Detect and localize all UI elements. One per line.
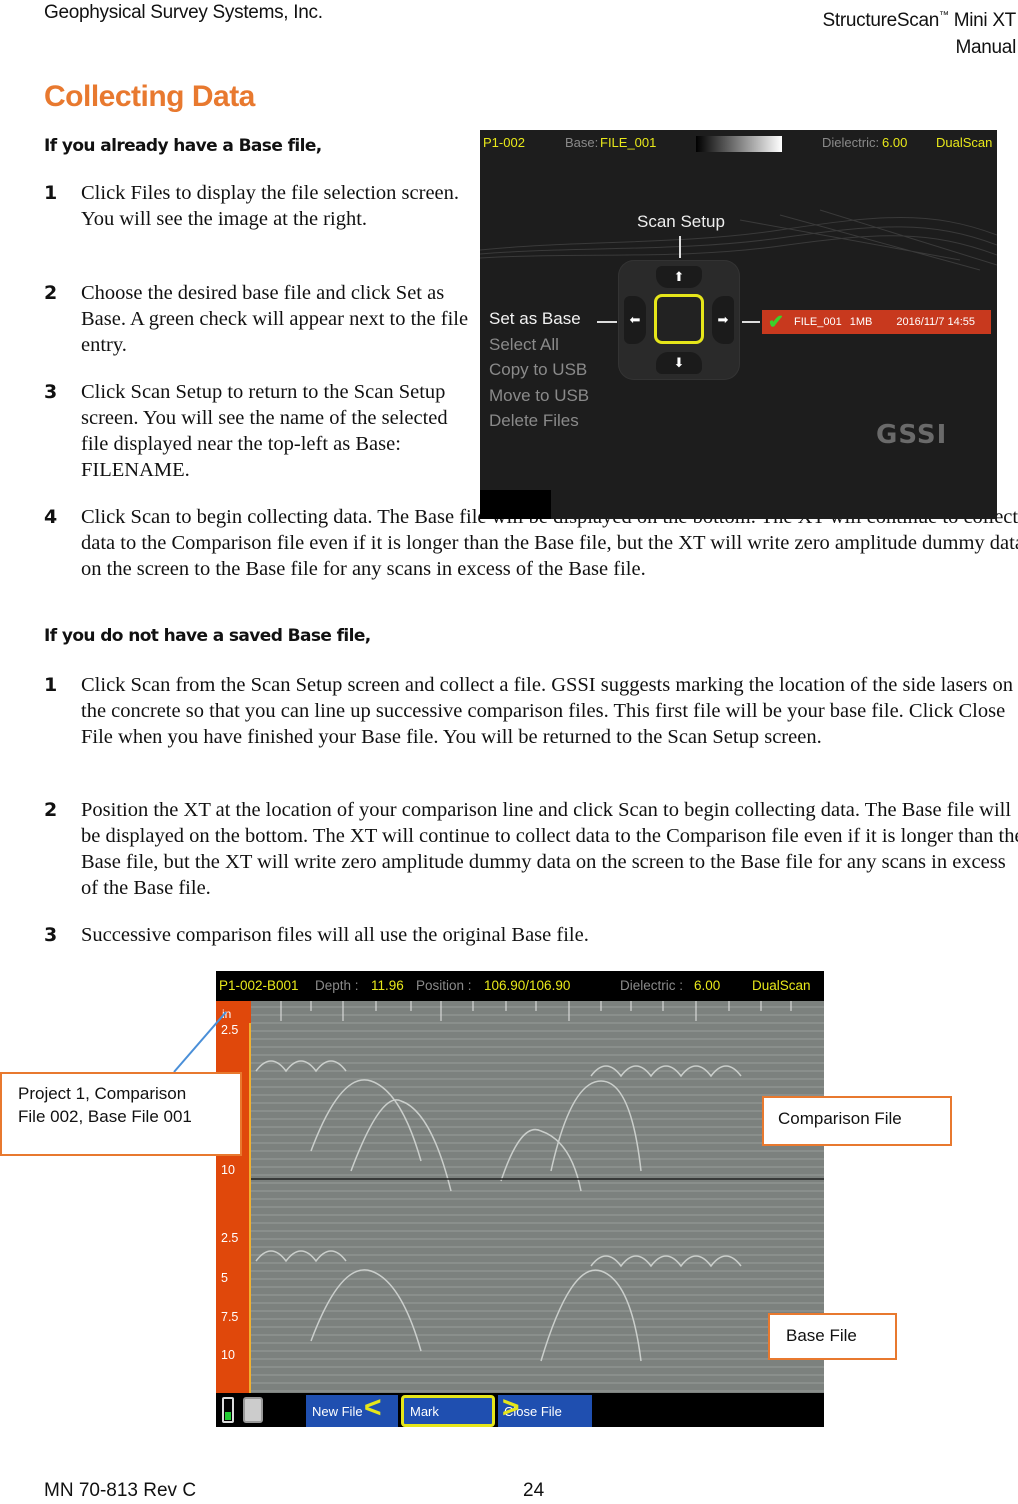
- step-text: Click Scan Setup to return to the Scan S…: [81, 381, 448, 481]
- section-heading-have-base: If you already have a Base file,: [44, 136, 322, 156]
- step-number: 4: [44, 506, 58, 528]
- arrow-left-annotation-icon: <: [364, 1391, 382, 1424]
- depth-tick: 2.5: [221, 1231, 239, 1245]
- dpad-control[interactable]: ⬆ ⬅ ➡ ⬇: [618, 260, 740, 380]
- files-status-bar: P1-002 Base: FILE_001 Dielectric: 6.00 D…: [480, 130, 997, 156]
- black-patch: [480, 490, 551, 519]
- footer-page-number: 24: [523, 1480, 545, 1501]
- step-text: Successive comparison files will all use…: [81, 924, 589, 946]
- arrow-right-icon[interactable]: ➡: [712, 296, 734, 344]
- product-suffix: Mini XT: [948, 10, 1017, 31]
- radar-scan-view: [251, 1001, 824, 1393]
- product-name: StructureScan: [822, 10, 940, 31]
- dielectric-label: Dielectric :: [620, 978, 684, 993]
- depth-tick: 10: [221, 1163, 235, 1177]
- check-icon: ✔: [768, 311, 784, 333]
- depth-tick: 10: [221, 1348, 235, 1362]
- step-text: Position the XT at the location of your …: [81, 799, 1018, 899]
- file-id: P1-002-B001: [219, 978, 299, 993]
- gssi-logo: GSSI: [876, 420, 948, 450]
- menu-item-move-to-usb[interactable]: Move to USB: [489, 383, 589, 409]
- new-file-label: New File: [312, 1403, 363, 1419]
- menu-item-delete-files[interactable]: Delete Files: [489, 408, 589, 434]
- position-value: 106.90/106.90: [484, 978, 571, 993]
- depth-tick: 5: [221, 1271, 228, 1285]
- depth-tick: 7.5: [221, 1310, 239, 1324]
- menu-item-set-as-base[interactable]: Set as Base: [489, 306, 589, 332]
- dielectric-value: 6.00: [694, 978, 721, 993]
- arrow-right-annotation-icon: >: [502, 1391, 520, 1424]
- callout-line: File 002, Base File 001: [18, 1107, 192, 1126]
- file-name: FILE_001: [794, 316, 842, 328]
- scan-mode: DualScan: [936, 135, 993, 150]
- step-number: 1: [44, 674, 58, 696]
- step-2: 2 Choose the desired base file and click…: [44, 280, 469, 358]
- header-product: StructureScan™ Mini XT Manual: [822, 2, 1017, 61]
- new-file-button[interactable]: New File: [306, 1395, 398, 1427]
- connector-line: [679, 236, 681, 258]
- step-3: 3 Successive comparison files will all u…: [44, 922, 1018, 948]
- depth-label: Depth :: [315, 978, 359, 993]
- step-1: 1 Click Scan from the Scan Setup screen …: [44, 672, 1018, 750]
- step-number: 2: [44, 282, 58, 304]
- file-list-item[interactable]: ✔ FILE_001 1MB 2016/11/7 14:55: [762, 310, 991, 334]
- step-number: 2: [44, 799, 58, 821]
- scan-toolbar: New File Mark Close File < >: [216, 1391, 824, 1427]
- file-size: 1MB: [849, 316, 873, 328]
- step-number: 3: [44, 381, 58, 403]
- doc-type: Manual: [955, 37, 1016, 58]
- header-company: Geophysical Survey Systems, Inc.: [44, 2, 323, 23]
- dielectric-label: Dielectric:: [822, 135, 880, 150]
- step-1: 1 Click Files to display the file select…: [44, 180, 464, 232]
- project-id: P1-002: [483, 135, 525, 150]
- mark-button[interactable]: Mark: [401, 1395, 495, 1427]
- color-gain-bar: [696, 136, 782, 152]
- connector-line: [742, 321, 760, 323]
- page-title: Collecting Data: [44, 80, 255, 113]
- file-action-menu: Set as Base Select All Copy to USB Move …: [489, 306, 589, 434]
- depth-value: 11.96: [371, 978, 404, 993]
- position-label: Position :: [416, 978, 472, 993]
- step-number: 1: [44, 182, 58, 204]
- section-heading-no-base: If you do not have a saved Base file,: [44, 626, 371, 646]
- callout-comparison-file: Comparison File: [762, 1096, 952, 1146]
- step-text: Click Scan from the Scan Setup screen an…: [81, 674, 1013, 748]
- step-2: 2 Position the XT at the location of you…: [44, 797, 1018, 901]
- battery-icon: [222, 1397, 234, 1423]
- arrow-down-icon[interactable]: ⬇: [656, 352, 702, 374]
- scan-status-bar: P1-002-B001 Depth : 11.96 Position : 106…: [216, 971, 824, 1001]
- dielectric-value: 6.00: [882, 135, 908, 150]
- files-screen-image: P1-002 Base: FILE_001 Dielectric: 6.00 D…: [480, 130, 997, 519]
- scan-mode: DualScan: [752, 978, 811, 993]
- callout-project: Project 1, Comparison File 002, Base Fil…: [0, 1072, 242, 1156]
- callout-pointer: [173, 1011, 227, 1073]
- trademark: ™: [939, 10, 949, 21]
- footer-doc-number: MN 70-813 Rev C: [44, 1480, 197, 1501]
- file-date: 2016/11/7 14:55: [896, 316, 976, 328]
- base-value: FILE_001: [600, 135, 657, 150]
- base-label: Base:: [565, 135, 599, 150]
- storage-icon: [243, 1397, 263, 1423]
- connector-line: [597, 321, 617, 323]
- step-text: Click Files to display the file selectio…: [81, 182, 460, 230]
- callout-base-file: Base File: [768, 1313, 897, 1360]
- step-3: 3 Click Scan Setup to return to the Scan…: [44, 379, 464, 483]
- step-number: 3: [44, 924, 58, 946]
- scan-setup-label[interactable]: Scan Setup: [637, 212, 725, 232]
- arrow-up-icon[interactable]: ⬆: [656, 266, 702, 288]
- callout-line: Project 1, Comparison: [18, 1084, 187, 1103]
- scan-screen-image: P1-002-B001 Depth : 11.96 Position : 106…: [216, 971, 824, 1427]
- menu-item-select-all[interactable]: Select All: [489, 332, 589, 358]
- mark-label: Mark: [410, 1403, 439, 1419]
- menu-item-copy-to-usb[interactable]: Copy to USB: [489, 357, 589, 383]
- dpad-select-button[interactable]: [654, 294, 704, 344]
- step-text: Choose the desired base file and click S…: [81, 282, 469, 356]
- arrow-left-icon[interactable]: ⬅: [624, 296, 646, 344]
